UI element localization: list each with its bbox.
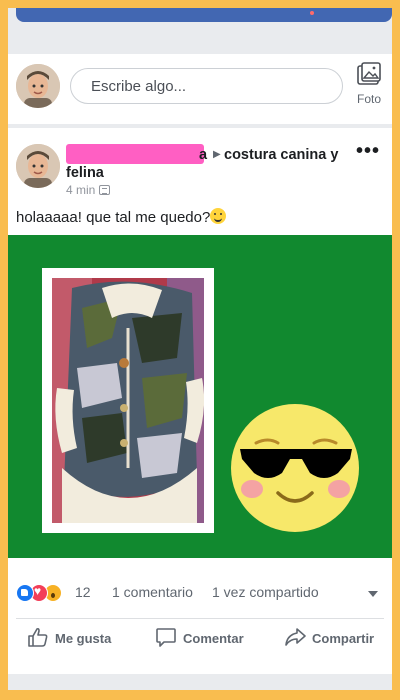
post-text: holaaaaa! que tal me quedo?	[16, 208, 227, 226]
chevron-down-icon[interactable]	[368, 591, 378, 597]
audience-icon[interactable]	[99, 185, 111, 195]
reaction-icons[interactable]	[16, 584, 72, 602]
post-time[interactable]: 4 min	[66, 183, 95, 197]
feed-frame: Escribe algo... Foto a ▶ costura canina …	[8, 8, 392, 690]
photo-label: Foto	[356, 92, 381, 106]
thumbs-up-icon	[28, 627, 48, 647]
like-button[interactable]: Me gusta	[27, 626, 123, 654]
comment-icon	[156, 628, 176, 647]
post-actions: Me gusta Comentar Compartir	[8, 620, 392, 660]
photo-frame	[42, 268, 214, 533]
share-button[interactable]: Compartir	[284, 626, 384, 654]
post-card: a ▶ costura canina y felina 4 min ••• ho…	[8, 128, 392, 690]
feed-separator	[8, 674, 392, 690]
like-reaction-icon	[16, 584, 34, 602]
dog-vest-photo	[52, 278, 204, 523]
photo-icon	[357, 62, 381, 85]
like-label: Me gusta	[55, 631, 112, 646]
comment-count[interactable]: 1 comentario	[112, 584, 193, 600]
share-count[interactable]: 1 vez compartido	[212, 584, 319, 600]
top-nav-bar	[16, 8, 392, 22]
more-options-button[interactable]: •••	[356, 141, 386, 164]
share-icon	[285, 628, 306, 646]
sunglasses-smiley-icon	[231, 404, 359, 532]
top-strip	[8, 8, 392, 36]
grinning-emoji-icon	[210, 208, 227, 224]
comment-button[interactable]: Comentar	[155, 626, 255, 654]
post-meta: 4 min	[66, 183, 111, 197]
share-label: Compartir	[312, 631, 375, 646]
group-link[interactable]: costura canina y felina	[66, 146, 346, 182]
photo-button[interactable]: Foto	[348, 62, 390, 118]
status-input[interactable]: Escribe algo...	[70, 68, 343, 104]
notification-dot	[310, 11, 314, 15]
avatar[interactable]	[16, 144, 60, 188]
reactions-summary: 12 1 comentario 1 vez compartido	[8, 576, 392, 610]
avatar[interactable]	[16, 64, 60, 108]
divider	[16, 618, 384, 619]
post-image[interactable]	[8, 235, 392, 558]
reaction-count[interactable]: 12	[75, 584, 91, 600]
post-composer: Escribe algo... Foto	[8, 54, 392, 124]
post-message: holaaaaa! que tal me quedo?	[16, 209, 211, 226]
comment-label: Comentar	[183, 631, 244, 646]
